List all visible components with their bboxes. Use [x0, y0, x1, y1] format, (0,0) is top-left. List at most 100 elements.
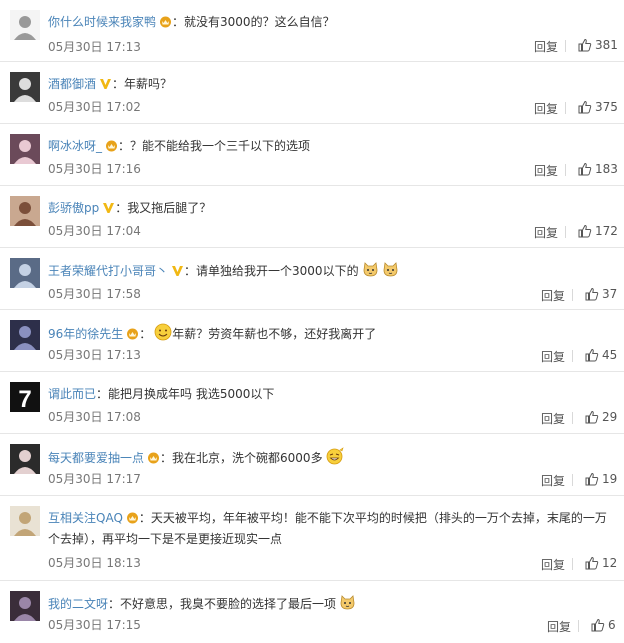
colon-separator: ： — [138, 511, 151, 525]
like-button[interactable]: 172 — [578, 224, 618, 241]
timestamp: 05月30日 17:13 — [48, 40, 141, 54]
action-divider — [565, 226, 566, 238]
timestamp: 05月30日 17:58 — [48, 287, 141, 301]
avatar[interactable] — [10, 258, 40, 288]
reply-button[interactable]: 回复 — [541, 410, 565, 427]
comment-item: 每天都要爱抽一点 ：我在北京，洗个碗都6000多 05月30日 17:17 回复 19 — [0, 434, 624, 496]
comment-body: 彭骄傲pp ：我又拖后腿了？ — [48, 199, 616, 219]
like-button[interactable]: 6 — [591, 618, 616, 635]
reply-button[interactable]: 回复 — [541, 348, 565, 365]
avatar[interactable] — [10, 10, 40, 40]
comment-body: 你什么时候来我家鸭 ：就没有3000的？这么自信？ — [48, 13, 616, 33]
action-divider — [578, 620, 579, 632]
action-divider — [572, 558, 573, 570]
avatar[interactable] — [10, 591, 40, 621]
comment-text: 请单独给我开一个3000以下的 — [196, 264, 359, 278]
like-button[interactable]: 12 — [585, 556, 617, 573]
thumbs-up-icon — [591, 618, 605, 635]
comment-text: ？能不能给我一个三千以下的选项 — [130, 139, 311, 153]
colon-separator: ： — [115, 201, 128, 215]
grin-wave-emoji — [326, 447, 344, 470]
reply-button[interactable]: 回复 — [534, 224, 558, 241]
like-count: 6 — [608, 618, 616, 632]
reply-button[interactable]: 回复 — [547, 618, 571, 635]
comment-body: 谓此而已：能把月换成年吗 我选5000以下 — [48, 385, 616, 403]
avatar[interactable] — [10, 134, 40, 164]
action-divider — [572, 350, 573, 362]
colon-separator: ： — [160, 451, 173, 465]
colon-separator: ： — [184, 264, 197, 278]
username-link[interactable]: 酒都御酒 — [48, 77, 96, 91]
username-link[interactable]: 啊冰冰呀_ — [48, 139, 102, 153]
comment-item: 互相关注QAQ ：天天被平均，年年被平均！能不能下次平均的时候把（排头的一万个去掉… — [0, 496, 624, 581]
comment-item: 96年的徐先生 ： 年薪？劳资年薪也不够，还好我离开了 05月30日 17:13 回复 4… — [0, 310, 624, 372]
reply-button[interactable]: 回复 — [534, 162, 558, 179]
reply-button[interactable]: 回复 — [541, 287, 565, 304]
like-button[interactable]: 183 — [578, 162, 618, 179]
timestamp: 05月30日 17:13 — [48, 348, 141, 362]
action-divider — [572, 474, 573, 486]
username-link[interactable]: 谓此而已 — [48, 387, 96, 401]
timestamp: 05月30日 17:02 — [48, 100, 141, 114]
comment-body: 96年的徐先生 ： 年薪？劳资年薪也不够，还好我离开了 — [48, 323, 616, 346]
thumbs-up-icon — [578, 38, 592, 55]
crown-badge-icon — [147, 451, 160, 469]
timestamp: 05月30日 18:13 — [48, 556, 141, 570]
action-divider — [572, 289, 573, 301]
like-button[interactable]: 45 — [585, 348, 617, 365]
avatar[interactable] — [10, 506, 40, 536]
action-divider — [572, 412, 573, 424]
username-link[interactable]: 王者荣耀代打小哥哥丶 — [48, 264, 168, 278]
thumbs-up-icon — [578, 100, 592, 117]
smile-emoji — [154, 323, 172, 346]
like-button[interactable]: 375 — [578, 100, 618, 117]
timestamp: 05月30日 17:04 — [48, 224, 141, 238]
like-button[interactable]: 37 — [585, 287, 617, 304]
dog-face-emoji — [339, 594, 356, 616]
comment-text: 我在北京，洗个碗都6000多 — [172, 451, 323, 465]
username-link[interactable]: 互相关注QAQ — [48, 511, 123, 525]
like-button[interactable]: 29 — [585, 410, 617, 427]
avatar[interactable] — [10, 320, 40, 350]
colon-separator: ： — [108, 597, 121, 611]
comment-body: 每天都要爱抽一点 ：我在北京，洗个碗都6000多 — [48, 447, 616, 470]
like-count: 45 — [602, 348, 618, 362]
avatar[interactable] — [10, 196, 40, 226]
like-count: 172 — [595, 224, 618, 238]
reply-button[interactable]: 回复 — [541, 556, 565, 573]
colon-separator: ： — [139, 327, 152, 341]
comment-text: 年薪吗？ — [124, 77, 173, 91]
svg-text:7: 7 — [18, 386, 31, 412]
username-link[interactable]: 我的二文呀 — [48, 597, 108, 611]
reply-button[interactable]: 回复 — [541, 472, 565, 489]
comment-text: 就没有3000的？这么自信？ — [184, 15, 335, 29]
v-badge-icon — [99, 77, 112, 95]
reply-button[interactable]: 回复 — [534, 100, 558, 117]
timestamp: 05月30日 17:17 — [48, 472, 141, 486]
reply-button[interactable]: 回复 — [534, 38, 558, 55]
like-count: 19 — [602, 472, 618, 486]
v-badge-icon — [102, 201, 115, 219]
comment-text: 能把月换成年吗 我选5000以下 — [108, 387, 275, 401]
username-link[interactable]: 彭骄傲pp — [48, 201, 99, 215]
username-link[interactable]: 每天都要爱抽一点 — [48, 451, 144, 465]
comment-text: 不好意思，我臭不要脸的选择了最后一项 — [120, 597, 337, 611]
dog-face-emoji — [362, 261, 379, 283]
like-count: 183 — [595, 162, 618, 176]
comment-item: 啊冰冰呀_ ：？能不能给我一个三千以下的选项 05月30日 17:16 回复 183 — [0, 124, 624, 186]
like-button[interactable]: 381 — [578, 38, 618, 55]
thumbs-up-icon — [585, 472, 599, 489]
like-button[interactable]: 19 — [585, 472, 617, 489]
thumbs-up-icon — [578, 162, 592, 179]
avatar[interactable]: 7 — [10, 382, 40, 412]
crown-badge-icon — [126, 327, 139, 345]
avatar[interactable] — [10, 444, 40, 474]
username-link[interactable]: 96年的徐先生 — [48, 327, 123, 341]
thumbs-up-icon — [578, 224, 592, 241]
username-link[interactable]: 你什么时候来我家鸭 — [48, 15, 156, 29]
like-count: 37 — [602, 287, 618, 301]
crown-badge-icon — [159, 15, 172, 33]
colon-separator: ： — [96, 387, 109, 401]
avatar[interactable] — [10, 72, 40, 102]
action-divider — [565, 40, 566, 52]
